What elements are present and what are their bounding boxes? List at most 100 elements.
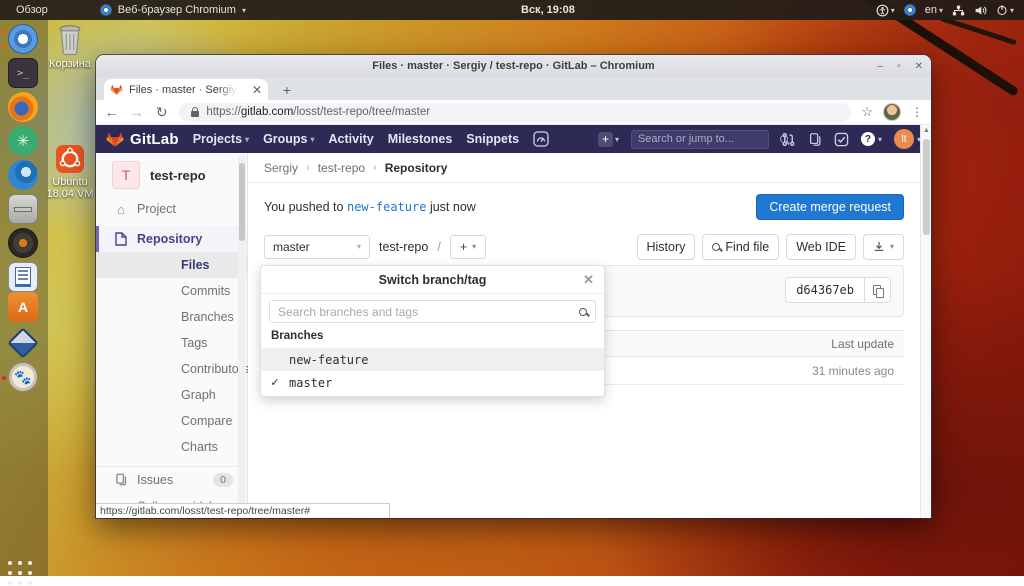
browser-tab[interactable]: Files · master · Sergiy / tes ✕ xyxy=(104,79,268,100)
dock-firefox-icon[interactable] xyxy=(8,92,40,124)
new-menu-button[interactable]: + ▾ xyxy=(598,132,619,147)
nav-projects[interactable]: Projects▾ xyxy=(193,132,249,146)
dock-gimp-icon[interactable]: 🐾 xyxy=(8,362,40,394)
trash-desktop-icon[interactable]: Корзина xyxy=(42,24,98,70)
keyboard-layout[interactable]: en ▾ xyxy=(925,4,943,16)
sidebar-item-charts[interactable]: Charts xyxy=(96,434,247,460)
nav-snippets[interactable]: Snippets xyxy=(466,132,519,146)
commit-sha[interactable]: d64367eb xyxy=(786,278,864,302)
gitlab-content: Sergiy › test-repo › Repository You push… xyxy=(248,153,920,518)
sidebar-item-files[interactable]: Files xyxy=(96,252,247,278)
dock-app-a-icon[interactable]: A xyxy=(8,292,40,324)
document-icon xyxy=(114,232,128,246)
sidebar-item-contributors[interactable]: Contributors xyxy=(96,356,247,382)
address-bar[interactable]: https://gitlab.com/losst/test-repo/tree/… xyxy=(179,103,851,122)
nav-groups[interactable]: Groups▾ xyxy=(263,132,314,146)
app-menu[interactable]: Веб-браузер Chromium ▾ xyxy=(100,4,246,16)
dock-rhythmbox-icon[interactable] xyxy=(8,228,40,260)
dock-libreoffice-writer-icon[interactable] xyxy=(8,262,40,294)
breadcrumb-user[interactable]: Sergiy xyxy=(264,161,298,175)
dock-virtualbox-icon[interactable] xyxy=(8,328,40,360)
forward-button[interactable]: → xyxy=(129,104,144,120)
sidebar-item-project[interactable]: ⌂ Project xyxy=(96,196,247,222)
nav-activity[interactable]: Activity xyxy=(329,132,374,146)
scrollbar-thumb[interactable] xyxy=(923,139,930,235)
issues-icon xyxy=(114,473,128,486)
network-icon[interactable] xyxy=(952,4,965,17)
power-menu[interactable]: ▾ xyxy=(996,4,1014,16)
breadcrumb-project[interactable]: test-repo xyxy=(318,161,365,175)
branch-search-input[interactable] xyxy=(278,305,579,319)
project-header[interactable]: T test-repo xyxy=(96,160,247,190)
sidebar-item-branches[interactable]: Branches xyxy=(96,304,247,330)
vm-desktop-icon[interactable]: Ubuntu 18.04 VM xyxy=(42,144,98,200)
activities-button[interactable]: Обзор xyxy=(16,4,94,16)
dock-cheese-icon[interactable]: ✳ xyxy=(8,126,40,158)
show-applications-button[interactable] xyxy=(7,560,33,586)
url-text: https://gitlab.com/losst/test-repo/tree/… xyxy=(206,106,430,118)
minimize-button[interactable]: – xyxy=(878,61,884,72)
copy-sha-button[interactable] xyxy=(864,278,890,302)
find-file-button[interactable]: Find file xyxy=(702,234,779,260)
scroll-up-arrow[interactable]: ▲ xyxy=(923,127,930,134)
browser-profile-avatar[interactable] xyxy=(883,103,901,121)
dock-chromium-icon[interactable] xyxy=(8,24,40,56)
download-button[interactable]: ▾ xyxy=(863,234,904,260)
close-icon[interactable]: ✕ xyxy=(583,272,594,288)
power-icon xyxy=(996,4,1008,16)
clock[interactable]: Вск, 19:08 xyxy=(521,0,575,20)
gitlab-navbar: GitLab Projects▾ Groups▾ Activity Milest… xyxy=(96,125,931,153)
sidebar-scrollbar[interactable] xyxy=(238,155,246,513)
help-icon: ? xyxy=(861,132,875,146)
branch-option-master[interactable]: ✓ master xyxy=(261,371,604,394)
sidebar-item-commits[interactable]: Commits xyxy=(96,278,247,304)
add-file-button[interactable]: + ▾ xyxy=(450,235,486,259)
history-button[interactable]: History xyxy=(637,234,696,260)
operations-dashboard-button[interactable] xyxy=(533,131,549,147)
reload-button[interactable]: ↻ xyxy=(154,104,169,121)
accessibility-menu[interactable]: ▾ xyxy=(876,4,895,17)
todos-icon[interactable] xyxy=(834,132,849,147)
tab-title: Files · master · Sergiy / tes xyxy=(129,84,237,96)
browser-menu-icon[interactable]: ⋮ xyxy=(911,105,923,119)
trash-label: Корзина xyxy=(42,58,98,70)
repo-path-root[interactable]: test-repo xyxy=(379,240,428,254)
global-search[interactable] xyxy=(631,130,769,149)
dock-thunderbird-icon[interactable] xyxy=(8,160,40,192)
sidebar-item-graph[interactable]: Graph xyxy=(96,382,247,408)
dock-terminal-icon[interactable]: >_ xyxy=(8,58,40,90)
sidebar-item-repository[interactable]: Repository xyxy=(96,226,247,252)
gitlab-home-link[interactable]: GitLab xyxy=(106,130,179,148)
branch-search[interactable] xyxy=(269,300,596,323)
help-menu[interactable]: ? ▾ xyxy=(861,132,882,146)
chevron-down-icon: ▾ xyxy=(890,242,894,251)
chromium-icon xyxy=(100,4,112,16)
page-scrollbar[interactable]: ▲ xyxy=(920,125,931,518)
tab-close-icon[interactable]: ✕ xyxy=(252,83,262,97)
dock-archive-manager-icon[interactable] xyxy=(8,194,40,226)
volume-icon[interactable] xyxy=(974,4,987,17)
create-merge-request-button[interactable]: Create merge request xyxy=(756,194,904,220)
sidebar-item-tags[interactable]: Tags xyxy=(96,330,247,356)
issues-icon[interactable] xyxy=(808,132,822,147)
chevron-down-icon: ▾ xyxy=(1010,6,1014,15)
global-search-input[interactable] xyxy=(638,133,780,145)
sidebar-item-compare[interactable]: Compare xyxy=(96,408,247,434)
maximize-button[interactable]: ▫ xyxy=(897,61,901,72)
web-ide-button[interactable]: Web IDE xyxy=(786,234,856,260)
secure-lock-icon[interactable] xyxy=(191,111,199,117)
bookmark-star-icon[interactable]: ☆ xyxy=(861,104,873,120)
branch-option-new-feature[interactable]: new-feature xyxy=(261,348,604,371)
back-button[interactable]: ← xyxy=(104,104,119,120)
trash-icon xyxy=(55,24,85,56)
sidebar-item-issues[interactable]: Issues 0 xyxy=(96,466,247,492)
close-window-button[interactable]: ✕ xyxy=(915,61,923,72)
nav-milestones[interactable]: Milestones xyxy=(388,132,453,146)
new-tab-button[interactable]: + xyxy=(278,81,296,99)
pushed-branch-link[interactable]: new-feature xyxy=(347,200,426,214)
push-notice-row: You pushed to new-feature just now Creat… xyxy=(248,183,920,230)
user-menu[interactable]: lt ▾ xyxy=(894,129,921,149)
window-titlebar[interactable]: Files · master · Sergiy / test-repo · Gi… xyxy=(96,55,931,77)
branch-selector[interactable]: master ▾ xyxy=(264,235,370,259)
chromium-status-icon[interactable] xyxy=(904,4,916,16)
